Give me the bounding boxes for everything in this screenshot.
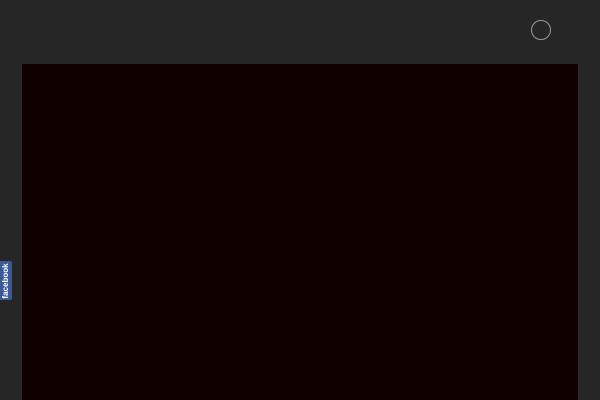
facebook-side-tab[interactable]: facebook [0,261,12,300]
loading-spinner-icon [531,20,551,40]
main-content-area [22,64,578,400]
top-bar [0,0,600,64]
facebook-tab-label: facebook [1,262,10,299]
